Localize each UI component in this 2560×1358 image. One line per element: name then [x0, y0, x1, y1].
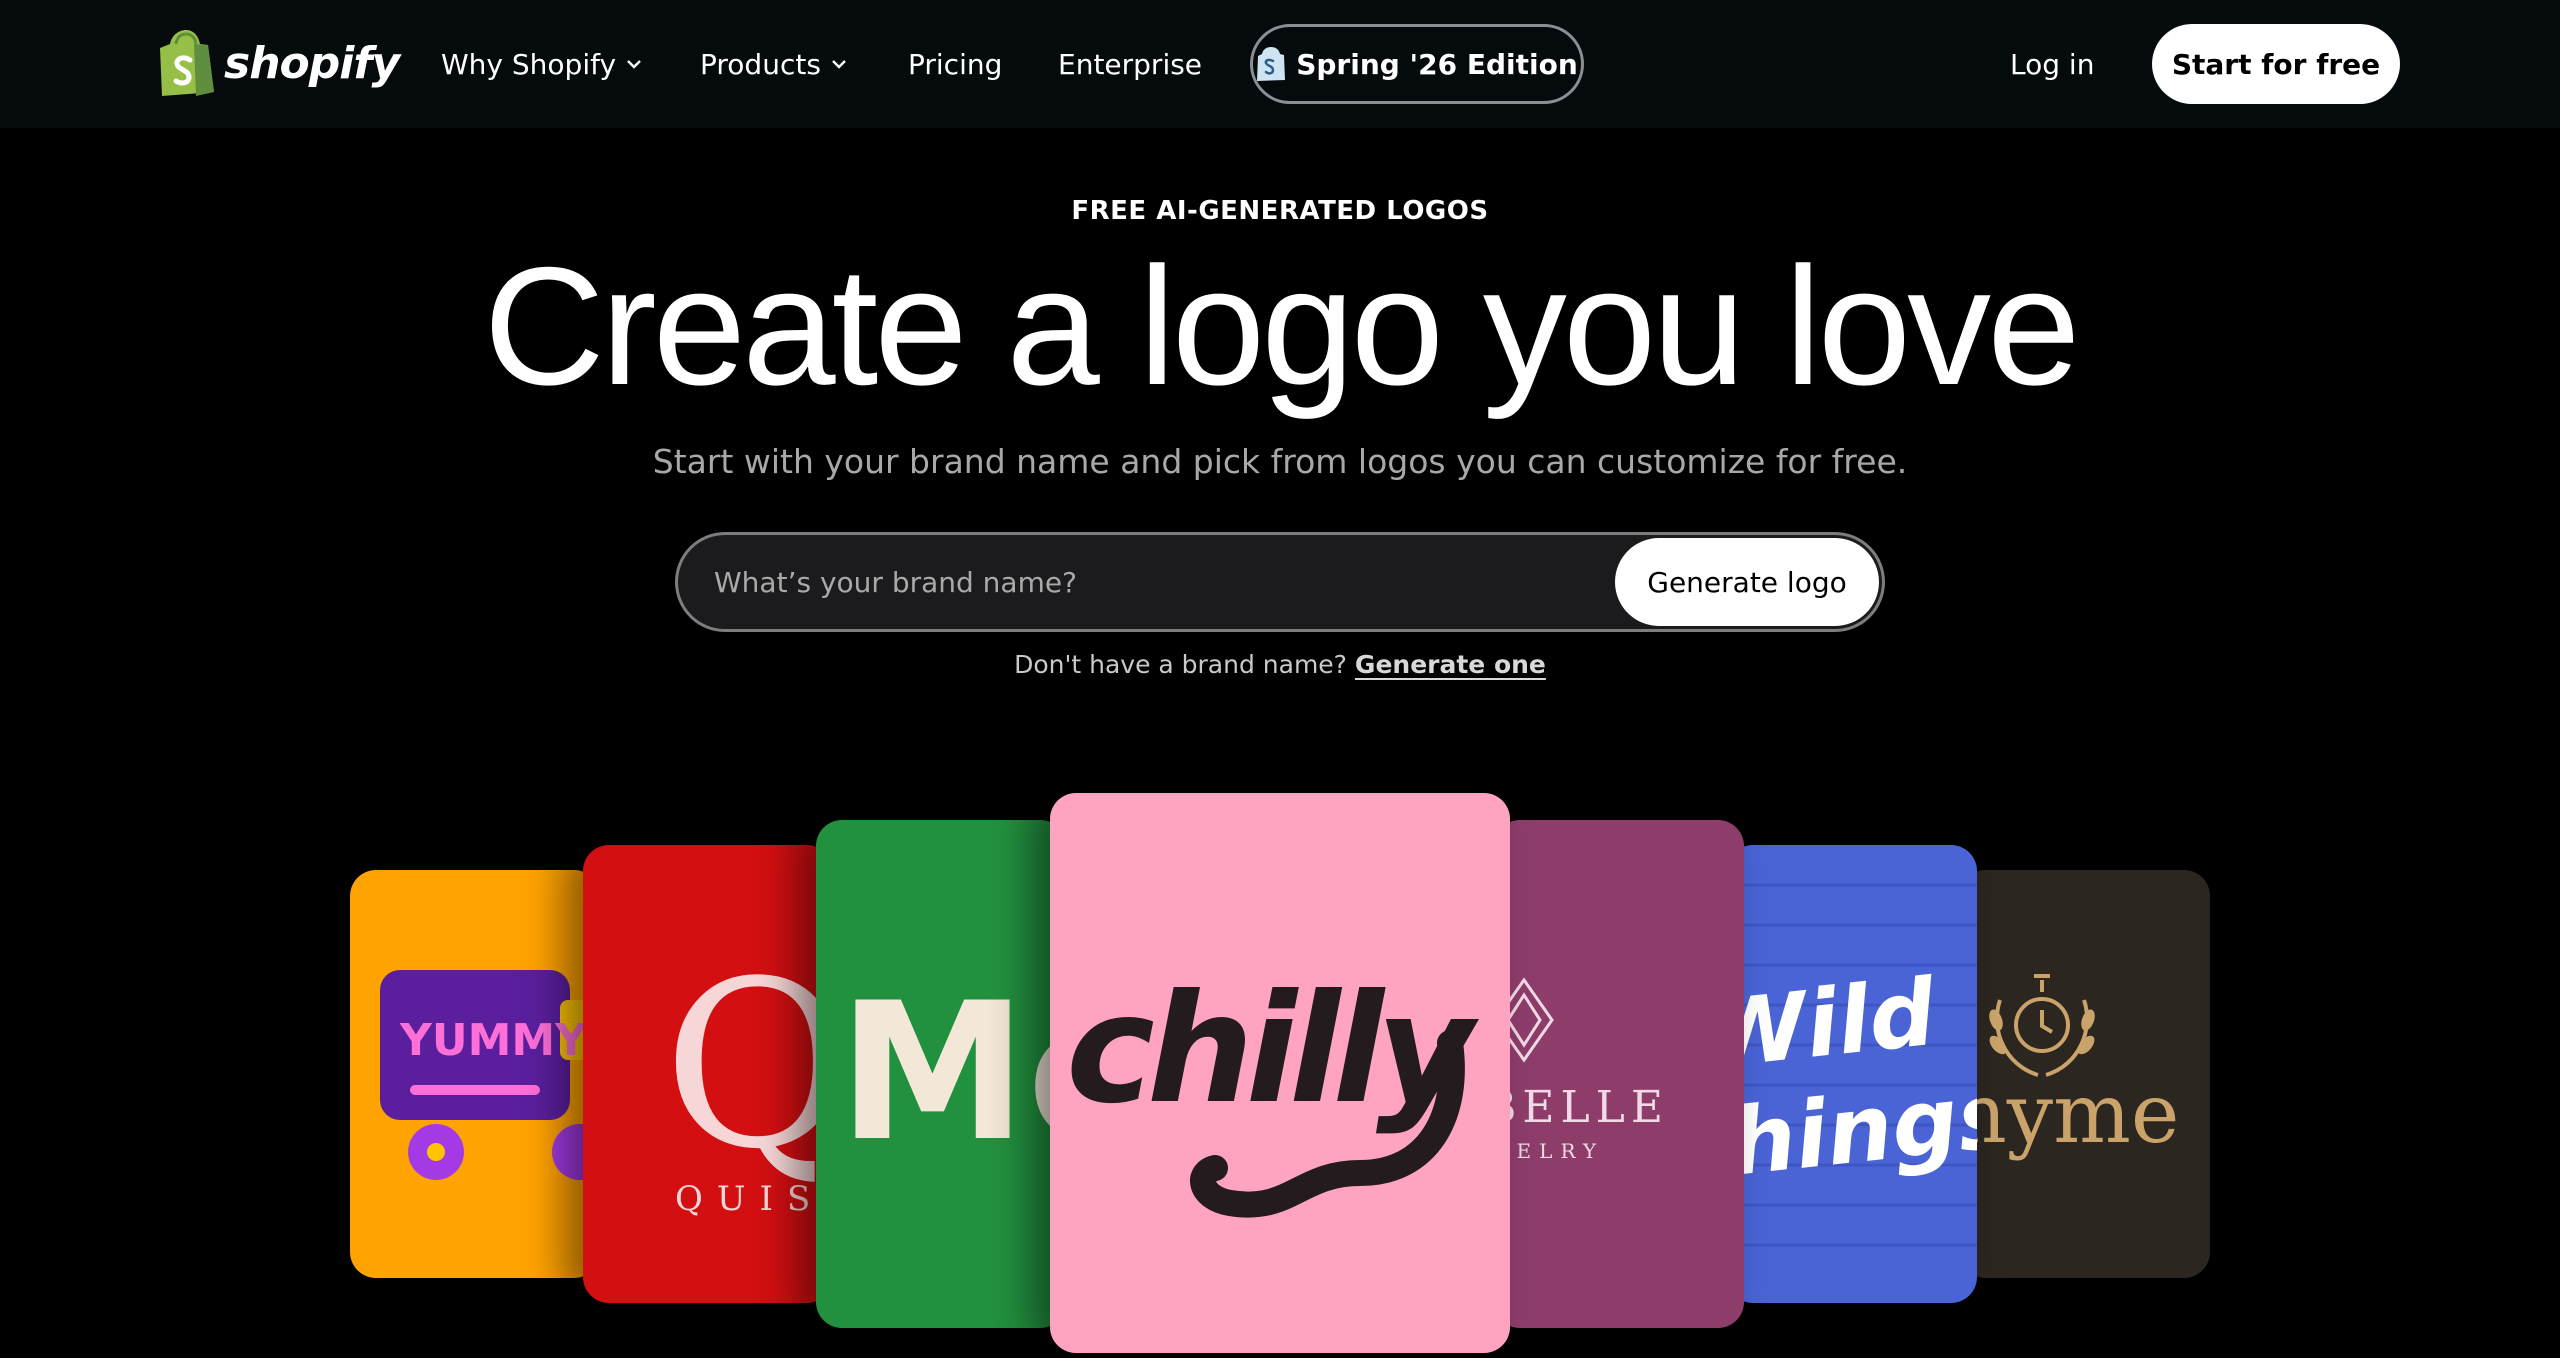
top-nav: shopify Why Shopify Products Pricing Ent…: [0, 0, 2560, 128]
start-for-free-button[interactable]: Start for free: [2152, 24, 2400, 104]
quisi-logo-art: Q QUIS: [583, 845, 833, 1303]
shopping-bag-icon: [160, 30, 214, 96]
logo-card-yummy[interactable]: YUMMY: [350, 870, 600, 1278]
brand-name-input[interactable]: [714, 535, 1554, 629]
nav-why-shopify-label: Why Shopify: [441, 47, 617, 81]
nav-pricing-label: Pricing: [908, 47, 1003, 81]
helper-text: Don't have a brand name? Generate one: [0, 650, 2560, 679]
belle-logo-text: BELLE: [1494, 1082, 1669, 1133]
brand-wordmark: shopify: [224, 37, 400, 89]
quisi-logo-text: QUIS: [675, 1179, 824, 1219]
mo-logo-text: Mo: [838, 962, 1066, 1183]
quisi-logo-letter: Q: [663, 933, 833, 1200]
logo-card-nyme[interactable]: nyme: [1960, 870, 2210, 1278]
generate-name-link[interactable]: Generate one: [1355, 650, 1546, 679]
nav-products[interactable]: Products: [700, 40, 849, 88]
shopify-logo[interactable]: shopify: [158, 30, 400, 96]
nav-why-shopify[interactable]: Why Shopify: [441, 40, 644, 88]
generate-logo-button[interactable]: Generate logo: [1615, 538, 1879, 626]
logo-card-belle[interactable]: BELLE WELRY: [1494, 820, 1744, 1328]
mo-logo-art: Mo: [816, 820, 1066, 1328]
nyme-logo-art: nyme: [1960, 870, 2210, 1278]
yummy-logo-text: YUMMY: [399, 1015, 588, 1066]
logo-card-wild-things[interactable]: Wild things: [1727, 845, 1977, 1303]
nav-pricing[interactable]: Pricing: [908, 40, 1002, 88]
hero-headline: Create a logo you love: [483, 232, 2080, 420]
logo-card-quisi[interactable]: Q QUIS: [583, 845, 833, 1303]
brand-name-form: Generate logo: [675, 532, 1885, 632]
nav-products-label: Products: [700, 47, 821, 81]
hero-subhead: Start with your brand name and pick from…: [652, 442, 1908, 481]
nyme-logo-text: nyme: [1960, 1067, 2179, 1162]
chevron-down-icon: [627, 60, 641, 69]
nav-enterprise-label: Enterprise: [1058, 47, 1203, 81]
shopify-bag-icon: [1257, 47, 1286, 81]
logo-card-mo[interactable]: Mo: [816, 820, 1066, 1328]
chilly-logo-art: chilly: [1050, 793, 1510, 1353]
chevron-down-icon: [832, 60, 846, 69]
wild-things-logo-art: Wild things: [1727, 845, 1977, 1303]
hero-eyebrow: FREE AI-GENERATED LOGOS: [1071, 196, 1489, 226]
edition-button[interactable]: Spring '26 Edition: [1250, 24, 1584, 104]
logo-card-chilly[interactable]: chilly: [1050, 793, 1510, 1353]
helper-question: Don't have a brand name?: [1014, 650, 1347, 679]
login-link[interactable]: Log in: [2010, 40, 2094, 88]
chilly-logo-text: chilly: [1066, 963, 1480, 1137]
belle-logo-subtext: WELRY: [1494, 1139, 1604, 1163]
yummy-logo-art: YUMMY: [350, 870, 600, 1278]
edition-label: Spring '26 Edition: [1296, 47, 1578, 81]
nav-enterprise[interactable]: Enterprise: [1058, 40, 1202, 88]
belle-logo-art: BELLE WELRY: [1494, 820, 1744, 1328]
